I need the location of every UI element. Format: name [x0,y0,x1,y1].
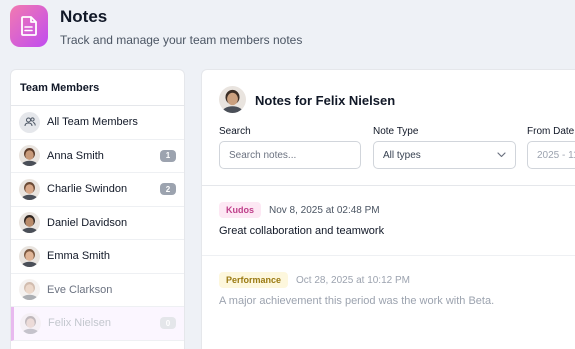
page-title: Notes [60,7,108,26]
member-name: Felix Nielsen [48,317,111,330]
member-name: Emma Smith [47,250,110,263]
search-label: Search [219,126,251,137]
avatar [19,178,40,200]
divider [202,185,575,186]
person-icon [19,145,40,167]
person-icon [19,212,40,234]
note-count-badge: 2 [160,183,176,196]
member-name: Daniel Davidson [47,216,128,229]
member-name: Eve Clarkson [47,283,113,296]
note-date: Nov 8, 2025 at 02:48 PM [269,204,380,216]
person-icon [19,279,40,301]
member-item-daniel-davidson[interactable]: Daniel Davidson [11,207,184,240]
member-item-anna-smith[interactable]: Anna Smith 1 [11,140,184,173]
avatar [19,245,40,267]
person-icon [19,178,40,200]
from-date-input[interactable]: 2025 - 11 [527,141,575,169]
note-type-label: Note Type [373,126,419,137]
person-icon [19,245,40,267]
document-icon [21,16,37,36]
note-type-badge: Performance [219,272,289,288]
notes-title: Notes for Felix Nielsen [255,93,396,108]
avatar [19,145,40,167]
note-text: A major achievement this period was the … [219,295,495,307]
divider [202,255,575,256]
page-subtitle: Track and manage your team members notes [60,33,303,47]
person-icon [20,312,41,334]
member-item-emma-smith[interactable]: Emma Smith [11,240,184,274]
note-count-badge: 0 [160,317,176,330]
search-field[interactable] [219,141,361,169]
scroll-fade [202,308,575,349]
team-members-panel: Team Members All Team Members Anna Smith… [10,69,185,349]
member-name: Charlie Swindon [47,183,128,196]
note-meta: Kudos Nov 8, 2025 at 02:48 PM [219,202,380,218]
note-type-badge: Kudos [219,202,261,218]
person-icon [219,86,246,113]
note-count-badge: 1 [160,149,176,162]
from-date-label: From Date [527,126,575,137]
member-name: Anna Smith [47,149,104,162]
note-meta: Performance Oct 28, 2025 at 10:12 PM [219,272,410,288]
member-item-felix-nielsen[interactable]: Felix Nielsen 0 [11,307,184,341]
member-item-charlie-swindon[interactable]: Charlie Swindon 2 [11,173,184,207]
note-type-select[interactable]: All types [373,141,516,169]
notes-panel: Notes for Felix Nielsen Search Note Type… [201,69,575,349]
note-date: Oct 28, 2025 at 10:12 PM [296,274,410,286]
avatar [20,312,41,334]
from-date-value: 2025 - 11 [537,149,575,161]
app-logo [10,5,48,47]
avatar [19,212,40,234]
selected-member-avatar [219,86,246,113]
member-name: All Team Members [47,116,138,129]
note-type-value: All types [383,149,421,161]
chevron-down-icon [497,152,506,158]
member-item-all[interactable]: All Team Members [11,106,184,140]
member-item-eve-clarkson[interactable]: Eve Clarkson [11,274,184,307]
avatar [19,279,40,301]
team-members-heading: Team Members [11,70,184,106]
note-text: Great collaboration and teamwork [219,225,385,237]
search-input[interactable] [229,149,351,161]
users-icon [19,111,40,133]
